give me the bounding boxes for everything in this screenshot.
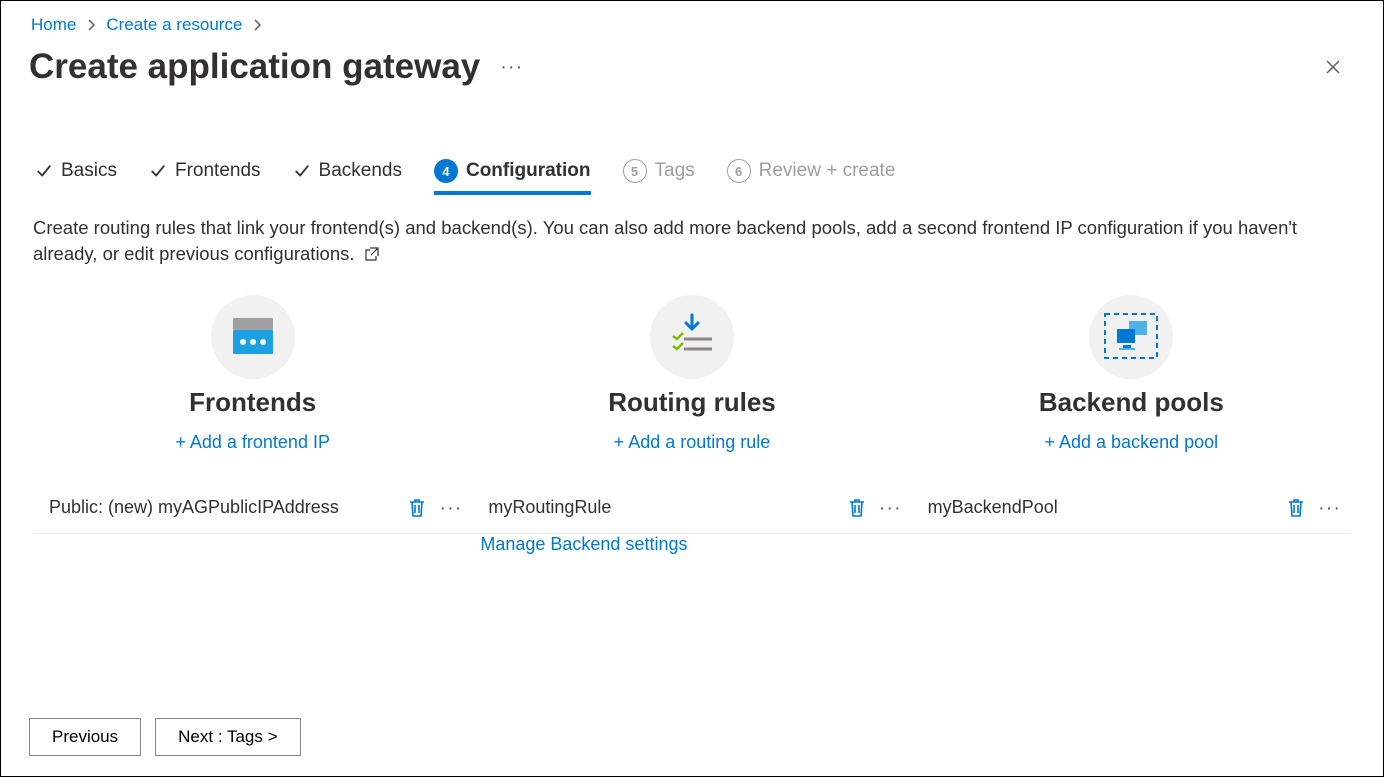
section-routing-rules: Routing rules + Add a routing rule	[472, 295, 911, 453]
tab-frontends[interactable]: Frontends	[149, 160, 261, 194]
tab-label: Backends	[319, 160, 402, 182]
section-title: Routing rules	[472, 387, 911, 418]
tab-label: Frontends	[175, 160, 261, 182]
tab-number-icon: 4	[434, 159, 458, 183]
tab-number-icon: 5	[623, 159, 647, 183]
tab-basics[interactable]: Basics	[35, 160, 117, 194]
tab-backends[interactable]: Backends	[293, 160, 402, 194]
tab-tags[interactable]: 5 Tags	[623, 159, 695, 195]
check-icon	[149, 162, 167, 180]
backend-pool-item-name: myBackendPool	[912, 497, 1286, 518]
tab-label: Configuration	[466, 160, 591, 182]
tab-label: Tags	[655, 160, 695, 182]
backend-pools-icon	[1089, 295, 1173, 379]
previous-button[interactable]: Previous	[29, 718, 141, 756]
breadcrumb-create-resource[interactable]: Create a resource	[106, 15, 242, 35]
wizard-tabs: Basics Frontends Backends 4 Configuratio…	[1, 159, 1383, 195]
frontend-item-name: Public: (new) myAGPublicIPAddress	[33, 497, 407, 518]
add-backend-pool-link[interactable]: + Add a backend pool	[912, 432, 1351, 453]
frontends-icon	[211, 295, 295, 379]
tab-review-create[interactable]: 6 Review + create	[727, 159, 896, 195]
delete-icon[interactable]	[407, 497, 427, 519]
frontend-item-row[interactable]: Public: (new) myAGPublicIPAddress ···	[33, 489, 472, 534]
breadcrumb: Home Create a resource	[1, 1, 1383, 35]
routing-rules-icon	[650, 295, 734, 379]
section-title: Frontends	[33, 387, 472, 418]
section-frontends: Frontends + Add a frontend IP	[33, 295, 472, 453]
add-routing-rule-link[interactable]: + Add a routing rule	[472, 432, 911, 453]
check-icon	[35, 162, 53, 180]
delete-icon[interactable]	[1286, 497, 1306, 519]
more-icon[interactable]: ···	[439, 498, 462, 518]
more-icon[interactable]: ···	[1318, 498, 1341, 518]
tab-number-icon: 6	[727, 159, 751, 183]
add-frontend-ip-link[interactable]: + Add a frontend IP	[33, 432, 472, 453]
check-icon	[293, 162, 311, 180]
more-icon[interactable]: ···	[879, 498, 902, 518]
manage-backend-settings-link[interactable]: Manage Backend settings	[472, 524, 687, 554]
breadcrumb-home[interactable]: Home	[31, 15, 76, 35]
section-backend-pools: Backend pools + Add a backend pool	[912, 295, 1351, 453]
close-icon[interactable]	[1313, 53, 1353, 81]
external-link-icon[interactable]	[360, 243, 380, 264]
tab-label: Review + create	[759, 160, 896, 182]
next-button[interactable]: Next : Tags >	[155, 718, 300, 756]
tab-label: Basics	[61, 160, 117, 182]
title-more-icon[interactable]: ···	[500, 56, 523, 79]
breadcrumb-sep-icon	[252, 18, 262, 32]
description-text: Create routing rules that link your fron…	[1, 195, 1383, 267]
page-title: Create application gateway	[29, 47, 480, 87]
breadcrumb-sep-icon	[86, 18, 96, 32]
routing-rule-item-name: myRoutingRule	[472, 497, 846, 518]
backend-pool-item-row[interactable]: myBackendPool ···	[912, 489, 1351, 534]
delete-icon[interactable]	[847, 497, 867, 519]
section-title: Backend pools	[912, 387, 1351, 418]
tab-configuration[interactable]: 4 Configuration	[434, 159, 591, 195]
